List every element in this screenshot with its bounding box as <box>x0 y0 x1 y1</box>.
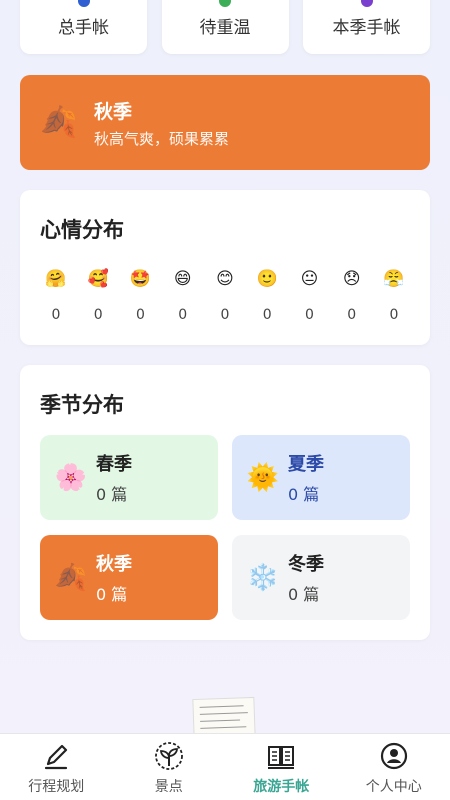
mood-count: 0 <box>220 307 230 323</box>
cherry-blossom-icon: 🌸 <box>54 462 88 493</box>
nav-label: 旅游手帐 <box>253 779 310 795</box>
mood-count: 0 <box>136 307 145 323</box>
tile-text: 秋季 0 篇 <box>96 550 132 605</box>
season-tile-summer[interactable]: 🌞 夏季 0 篇 <box>232 435 410 520</box>
nav-label: 景点 <box>154 779 183 795</box>
tile-text: 春季 0 篇 <box>96 450 132 505</box>
star-struck-icon: 🤩 <box>129 269 152 289</box>
season-name: 春季 <box>96 454 132 475</box>
stat-label: 待重温 <box>199 18 251 38</box>
hugging-face-icon: 🤗 <box>45 269 67 289</box>
mood-item-smile: 😊 0 <box>207 268 243 323</box>
tile-text: 冬季 0 篇 <box>288 550 324 605</box>
mood-row: 🤗 0 🥰 0 🤩 0 😄 0 😊 0 🙂 0 😐 0 😞 0 😤 0 <box>38 268 412 323</box>
smiling-hearts-icon: 🥰 <box>87 269 109 289</box>
banner-subtitle: 秋高气爽，硕果累累 <box>94 129 230 148</box>
mood-item-starstruck: 🤩 0 <box>123 268 159 323</box>
stat-card-total[interactable]: 总手帐 <box>20 0 147 54</box>
fallen-leaf-icon: 🍂 <box>40 105 78 140</box>
disappointed-face-icon: 😞 <box>342 269 361 289</box>
season-count: 0 篇 <box>288 585 320 604</box>
mood-count: 0 <box>93 307 103 323</box>
season-distribution-card: 季节分布 🌸 春季 0 篇 🌞 夏季 0 篇 🍂 秋季 0 篇 ❄️ 冬季 0 … <box>20 365 430 640</box>
stats-row: 总手帐 待重温 本季手帐 <box>20 0 430 54</box>
book-icon <box>268 746 295 769</box>
nav-label: 个人中心 <box>365 779 422 795</box>
stat-label: 本季手帐 <box>332 18 401 38</box>
stat-indicator <box>219 0 231 7</box>
season-tile-spring[interactable]: 🌸 春季 0 篇 <box>40 435 218 520</box>
banner-title: 秋季 <box>94 100 133 123</box>
slight-smile-icon: 🙂 <box>256 269 278 289</box>
user-icon <box>380 742 407 770</box>
grinning-face-icon: 😄 <box>173 269 192 289</box>
smiling-face-icon: 😊 <box>216 269 234 289</box>
season-count: 0 篇 <box>96 585 128 604</box>
current-season-banner: 🍂 秋季 秋高气爽，硕果累累 <box>20 75 430 170</box>
stat-indicator <box>77 0 90 7</box>
season-name: 秋季 <box>96 554 132 575</box>
bottom-nav: 行程规划 景点 旅游手帐 个人中心 <box>0 733 450 800</box>
mood-item-slight-smile: 🙂 0 <box>249 268 285 323</box>
banner-text: 秋季 秋高气爽，硕果累累 <box>94 97 229 149</box>
mood-count: 0 <box>347 307 357 323</box>
nav-item-profile[interactable]: 个人中心 <box>338 734 450 800</box>
mood-item-hug: 🤗 0 <box>38 268 74 323</box>
stat-card-season[interactable]: 本季手帐 <box>303 0 430 54</box>
fallen-leaf-icon: 🍂 <box>54 562 88 593</box>
stat-label: 总手帐 <box>58 18 109 38</box>
tile-text: 夏季 0 篇 <box>288 450 324 505</box>
season-name: 夏季 <box>288 454 324 475</box>
stat-card-review[interactable]: 待重温 <box>161 0 289 54</box>
nav-label: 行程规划 <box>28 779 85 795</box>
season-tile-autumn[interactable]: 🍂 秋季 0 篇 <box>40 535 218 620</box>
mood-title: 心情分布 <box>40 218 124 242</box>
mood-item-neutral: 😐 0 <box>292 268 328 323</box>
steam-face-icon: 😤 <box>383 269 405 289</box>
season-name: 冬季 <box>288 554 324 575</box>
season-count: 0 篇 <box>288 485 320 504</box>
mood-distribution-card: 心情分布 🤗 0 🥰 0 🤩 0 😄 0 😊 0 🙂 0 😐 0 😞 0 😤 0 <box>20 190 430 345</box>
nav-item-journal[interactable]: 旅游手帐 <box>225 734 338 800</box>
season-tile-winter[interactable]: ❄️ 冬季 0 篇 <box>232 535 410 620</box>
mood-item-grin: 😄 0 <box>165 268 201 323</box>
mood-item-angry: 😤 0 <box>376 268 412 323</box>
snowflake-icon: ❄️ <box>246 562 280 593</box>
stat-indicator <box>360 0 373 7</box>
pencil-icon <box>45 744 68 770</box>
sun-face-icon: 🌞 <box>246 462 280 493</box>
mood-count: 0 <box>51 307 61 323</box>
mood-item-sad: 😞 0 <box>334 268 370 323</box>
nav-item-itinerary[interactable]: 行程规划 <box>0 734 113 800</box>
neutral-face-icon: 😐 <box>300 269 319 289</box>
season-title: 季节分布 <box>40 393 124 417</box>
mood-item-love: 🥰 0 <box>80 268 116 323</box>
plant-icon <box>154 742 183 770</box>
mood-count: 0 <box>262 307 272 323</box>
nav-item-attractions[interactable]: 景点 <box>113 734 226 800</box>
mood-count: 0 <box>178 307 188 323</box>
season-count: 0 篇 <box>96 485 128 504</box>
mood-count: 0 <box>305 307 314 323</box>
mood-count: 0 <box>389 307 399 323</box>
